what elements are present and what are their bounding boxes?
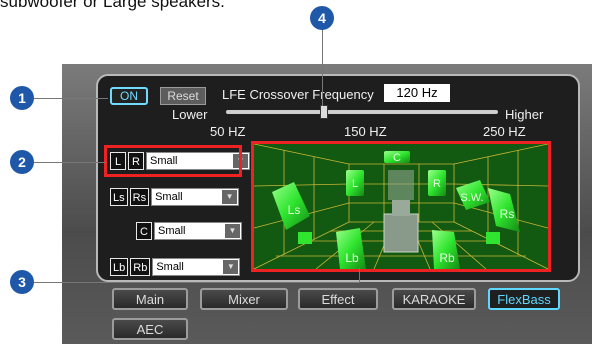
tab-karaoke[interactable]: KARAOKE xyxy=(392,288,476,310)
reset-button[interactable]: Reset xyxy=(160,87,206,105)
chevron-down-icon[interactable]: ▼ xyxy=(225,224,240,238)
channel-row-lbrb: Lb Rb Small ▼ xyxy=(110,256,241,278)
tab-main[interactable]: Main xyxy=(112,288,188,310)
tick-label-250: 250 HZ xyxy=(483,124,526,139)
callout-4-line xyxy=(322,28,323,106)
lfe-value-display: 120 Hz xyxy=(384,84,450,102)
speaker-ls-label: Ls xyxy=(288,203,301,217)
lsrs-size-select[interactable]: Small ▼ xyxy=(151,188,240,206)
channel-row-lsrs: Ls Rs Small ▼ xyxy=(110,186,240,208)
callout-3-line-vertical xyxy=(359,268,360,283)
lbrb-size-select[interactable]: Small ▼ xyxy=(152,258,241,276)
speaker-layout-view: C L R S.W. Ls Rs Lb Rb xyxy=(251,141,551,272)
lfe-slider-thumb[interactable] xyxy=(319,105,328,119)
callout-2-line xyxy=(34,162,106,163)
speaker-rb-label: Rb xyxy=(439,251,455,265)
chevron-down-icon[interactable]: ▼ xyxy=(222,190,238,204)
speaker-c[interactable]: C xyxy=(384,151,410,164)
slider-higher-label: Higher xyxy=(505,107,544,122)
channel-lb-label: Lb xyxy=(110,258,129,276)
tab-flexbass[interactable]: FlexBass xyxy=(488,288,560,310)
tab-mixer[interactable]: Mixer xyxy=(200,288,288,310)
channel-c-label: C xyxy=(136,222,152,240)
c-size-value: Small xyxy=(158,225,186,237)
lfe-crossover-label: LFE Crossover Frequency xyxy=(222,87,374,102)
speaker-c-label: C xyxy=(393,152,401,164)
lfe-slider-track[interactable] xyxy=(226,110,498,114)
chevron-down-icon[interactable]: ▼ xyxy=(223,260,239,274)
channel-ls-label: Ls xyxy=(110,188,128,206)
speaker-r-label: R xyxy=(433,178,441,190)
tab-effect[interactable]: Effect xyxy=(298,288,378,310)
callout-badge-2: 2 xyxy=(10,150,34,174)
callout-1-line xyxy=(34,98,108,99)
callout-badge-3: 3 xyxy=(10,270,34,294)
tick-label-150: 150 HZ xyxy=(344,124,387,139)
speaker-sw-label: S.W. xyxy=(460,192,483,204)
channel-rb-label: Rb xyxy=(130,258,151,276)
slider-lower-label: Lower xyxy=(172,107,208,122)
speaker-l-label: L xyxy=(352,178,358,190)
tick-label-50: 50 HZ xyxy=(210,124,246,139)
lbrb-size-value: Small xyxy=(156,261,184,273)
callout-badge-4: 4 xyxy=(310,6,334,30)
channel-rs-label: Rs xyxy=(129,188,150,206)
speaker-room-graphic: C L R S.W. Ls Rs Lb Rb xyxy=(254,144,548,269)
c-size-select[interactable]: Small ▼ xyxy=(154,222,242,240)
on-button[interactable]: ON xyxy=(110,87,148,105)
lsrs-size-value: Small xyxy=(155,191,183,203)
tab-aec[interactable]: AEC xyxy=(112,318,188,340)
callout-badge-1: 1 xyxy=(10,86,34,110)
callout-3-line xyxy=(34,282,360,283)
speaker-r[interactable]: R xyxy=(428,170,446,196)
speaker-l[interactable]: L xyxy=(346,170,364,196)
speaker-rs-label: Rs xyxy=(500,207,515,221)
caption-text: subwoofer or Large speakers. xyxy=(0,0,225,11)
speaker-lb-label: Lb xyxy=(345,251,359,265)
channel-row-c: C Small ▼ xyxy=(136,220,242,242)
lr-highlight-box xyxy=(104,145,242,177)
